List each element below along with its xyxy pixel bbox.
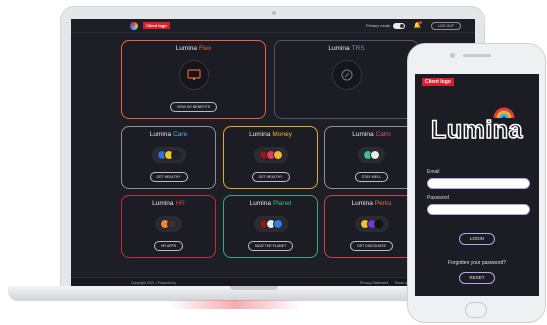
app-icon [167,219,177,229]
card-title: Lumina HR [152,200,185,207]
password-label: Password [427,195,449,201]
hr-apps-button[interactable]: HR APPS [153,241,184,251]
laptop-notch [230,286,278,290]
get-healthy-button[interactable]: GET HEALTHY [149,172,188,182]
get-discounts-button[interactable]: GET DISCOUNTS [350,241,393,251]
card-trs[interactable]: Lumina TRS [274,40,419,119]
view-benefits-button[interactable]: VIEW MY BENEFITS [169,102,218,112]
password-field[interactable] [427,204,530,215]
card-title: Lumina TRS [328,45,365,52]
card-title: Lumina Money [249,131,292,138]
card-flex[interactable]: Lumina Flex VIEW MY BENEFITS [121,40,266,119]
card-title: Lumina Care [149,131,188,138]
card-care[interactable]: Lumina Care GET HEALTHY [121,126,216,189]
laptop-camera [272,11,276,15]
save-planet-button[interactable]: SAVE THE PLANET [247,241,294,251]
phone-screen: Client logo Lumina Email Password LOGIN … [415,74,539,296]
card-planet[interactable]: Lumina Planet SAVE THE PLANET [223,195,318,258]
app-icons [354,216,389,232]
device-mockup: Client logo Privacy mode 🔔 LOG OUT Lumin… [0,0,547,325]
bell-icon[interactable]: 🔔 [413,20,423,30]
home-button[interactable] [465,302,487,318]
apple-icon [373,219,384,229]
reset-button[interactable]: RESET [459,272,495,284]
privacy-statement-link[interactable]: Privacy Statement [360,281,388,285]
money-get-healthy-button[interactable]: GET HEALTHY [251,172,290,182]
logo-text: Lumina [430,115,523,145]
client-logo: Client logo [422,78,454,86]
login-button[interactable]: LOGIN [459,233,495,245]
card-hr[interactable]: Lumina HR HR APPS [121,195,216,258]
client-logo: Client logo [143,22,170,29]
app-icons [253,216,288,232]
card-perks[interactable]: Lumina Perks GET DISCOUNTS [324,195,419,258]
app-icons [253,147,288,163]
email-field[interactable] [427,178,530,189]
card-title: Lumina Perks [351,200,392,207]
card-title: Lumina Planet [249,200,292,207]
reflection [170,300,300,309]
top-bar: Client logo Privacy mode 🔔 LOG OUT [71,19,475,33]
app-icons [155,216,182,232]
app-icon [370,150,380,160]
app-icon [272,219,283,229]
lumina-logo: Lumina [425,104,529,145]
lumina-logo-icon[interactable] [130,21,138,30]
forgot-password-link[interactable]: Forgotten your password? [415,260,539,266]
copyright-text: Copyright 2021 | Powered by [131,281,177,285]
phone-speaker [463,54,491,57]
card-money[interactable]: Lumina Money GET HEALTHY [223,126,318,189]
logout-button[interactable]: LOG OUT [431,21,461,30]
privacy-mode-label: Privacy mode [366,23,391,28]
app-icons [358,147,385,163]
notification-dot [419,20,423,24]
stay-well-button[interactable]: STAY WELL [354,172,389,182]
app-icon [170,150,181,160]
privacy-toggle[interactable] [393,22,406,29]
coins-icon [331,60,362,90]
phone-camera [450,53,455,58]
phone: Client logo Lumina Email Password LOGIN … [407,43,546,323]
card-title: Lumina Calm [352,131,391,138]
email-label: Email [427,169,440,175]
app-icons [151,147,186,163]
app-icon [272,150,283,160]
monitor-icon [178,60,209,90]
privacy-mode: Privacy mode [366,22,406,29]
card-title: Lumina Flex [175,45,212,52]
card-calm[interactable]: Lumina Calm STAY WELL [324,126,419,189]
